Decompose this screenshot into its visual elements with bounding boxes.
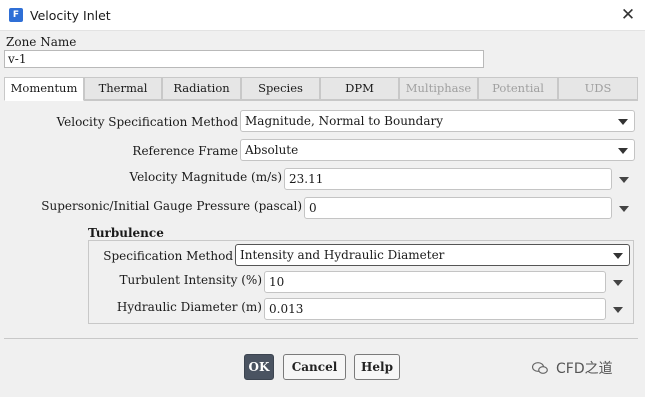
tab-multiphase: Multiphase [399,77,478,100]
turbulence-spec-select[interactable]: Intensity and Hydraulic Diameter [235,244,630,266]
velocity-magnitude-input[interactable]: 23.11 [284,168,612,190]
turbulence-spec-label: Specification Method [103,249,233,263]
tab-uds: UDS [558,77,638,100]
bottom-separator [4,338,638,339]
watermark: CFD之道 [532,358,613,378]
wechat-icon [532,362,548,374]
reference-frame-select[interactable]: Absolute [240,139,635,161]
app-icon: F [9,8,23,22]
turbulent-intensity-label: Turbulent Intensity (%) [119,273,262,287]
watermark-text: CFD之道 [556,361,613,377]
reference-frame-value: Absolute [245,143,299,157]
turbulence-title: Turbulence [88,226,164,240]
turbulence-spec-value: Intensity and Hydraulic Diameter [240,248,445,262]
velocity-spec-value: Magnitude, Normal to Boundary [245,114,444,128]
chevron-down-icon [618,119,628,125]
tab-thermal[interactable]: Thermal [84,77,162,100]
hydraulic-diameter-dropdown-icon[interactable] [613,307,623,313]
velocity-spec-label: Velocity Specification Method [56,115,238,129]
window-title: Velocity Inlet [30,8,111,23]
chevron-down-icon [618,148,628,154]
pressure-dropdown-icon[interactable] [619,206,629,212]
tab-bar: Momentum Thermal Radiation Species DPM M… [4,77,638,101]
tab-radiation[interactable]: Radiation [162,77,241,100]
help-button[interactable]: Help [354,354,400,380]
zone-name-input[interactable]: v-1 [4,50,484,68]
chevron-down-icon [613,253,623,259]
ok-button[interactable]: OK [244,354,274,380]
tab-species[interactable]: Species [241,77,320,100]
velocity-spec-select[interactable]: Magnitude, Normal to Boundary [240,110,635,132]
pressure-label: Supersonic/Initial Gauge Pressure (pasca… [41,199,302,213]
cancel-button[interactable]: Cancel [283,354,346,380]
close-icon[interactable]: ✕ [617,4,639,26]
turbulent-intensity-dropdown-icon[interactable] [613,280,623,286]
reference-frame-label: Reference Frame [132,144,238,158]
hydraulic-diameter-label: Hydraulic Diameter (m) [116,300,262,314]
title-bar: F Velocity Inlet ✕ [0,0,645,31]
tab-dpm[interactable]: DPM [320,77,399,100]
tab-potential: Potential [478,77,558,100]
hydraulic-diameter-input[interactable]: 0.013 [264,298,606,320]
pressure-input[interactable]: 0 [304,197,612,219]
zone-name-label: Zone Name [6,35,77,49]
tab-momentum[interactable]: Momentum [4,77,84,101]
velocity-magnitude-label: Velocity Magnitude (m/s) [129,170,282,184]
turbulent-intensity-input[interactable]: 10 [264,271,606,293]
velocity-magnitude-dropdown-icon[interactable] [619,177,629,183]
